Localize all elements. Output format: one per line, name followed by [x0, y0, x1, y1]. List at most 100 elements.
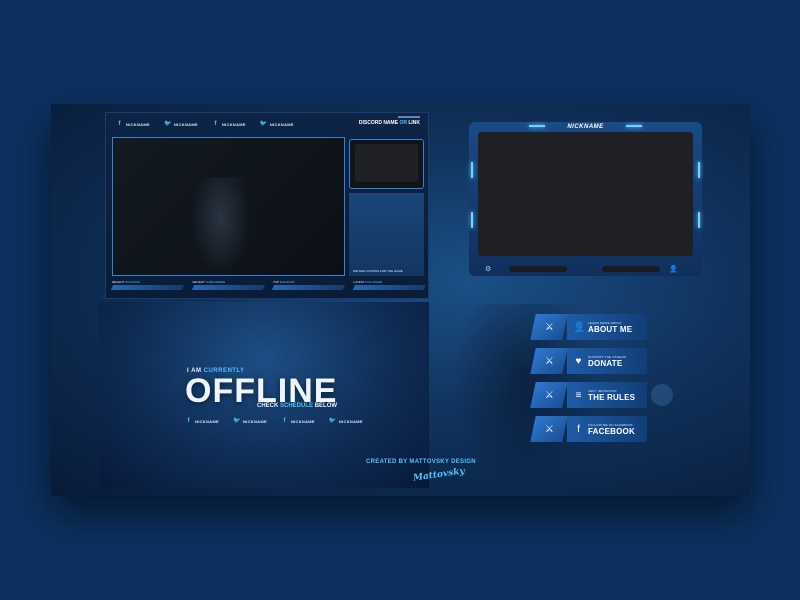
- panel-emblem: ⚔: [530, 314, 568, 340]
- social-nickname: NICKNAME: [242, 419, 267, 424]
- panel-emblem: ⚔: [530, 382, 568, 408]
- offline-social-row: f NICKNAME 🐦 NICKNAME f NICKNAME 🐦 NICKN…: [185, 418, 363, 425]
- frame-glow: [471, 212, 473, 228]
- social-nickname: NICKNAME: [290, 419, 315, 424]
- small-webcam-screen: [355, 144, 418, 182]
- frame-glow: [698, 212, 700, 228]
- emblem-icon: ⚔: [544, 389, 554, 401]
- alert-label-highlight: DONATOR: [279, 280, 295, 284]
- alert-bar: [110, 285, 184, 290]
- controller-icon: ⚙: [485, 266, 492, 273]
- panel-body: 👤 LEARN MORE ABOUT ABOUT ME: [567, 314, 647, 340]
- panel-body: ≡ VERY IMPORTANT THE RULES: [567, 382, 647, 408]
- alert-label: RECENT DONATOR: [112, 280, 183, 284]
- alert-label-text: RECENT: [112, 280, 125, 284]
- panel-title: DONATE: [588, 358, 623, 368]
- social-nickname: NICKNAME: [338, 419, 363, 424]
- frame-glow: [471, 162, 473, 178]
- alert-recent-subscriber: RECENT SUBSCRIBER: [191, 280, 265, 290]
- panel-title: ABOUT ME: [588, 324, 633, 334]
- discord-highlight: OR: [399, 120, 407, 126]
- alert-label-text: TOP: [273, 280, 280, 284]
- offline-line2-highlight: SCHEDULE: [280, 403, 314, 409]
- social-nickname: NICKNAME: [195, 419, 219, 424]
- webcam-bar-left: [509, 266, 567, 272]
- webcam-frame: NICKNAME ⚙ 👤: [469, 122, 702, 276]
- social-item: f NICKNAME: [116, 121, 150, 128]
- panel-title: FACEBOOK: [588, 426, 635, 436]
- user-icon: 👤: [669, 266, 678, 273]
- overlay-social-row: f NICKNAME 🐦 NICKNAME f NICKNAME 🐦 NICKN…: [116, 121, 294, 128]
- webcam-bar-right: [602, 266, 660, 272]
- emblem-icon: ⚔: [544, 355, 554, 367]
- twitter-icon: 🐦: [232, 418, 241, 424]
- panel-body: ♥ SUPPORT THE STREAM DONATE: [567, 348, 647, 374]
- facebook-icon: f: [214, 121, 217, 127]
- panel-text: VERY IMPORTANT THE RULES: [588, 389, 635, 402]
- social-nickname: NICKNAME: [173, 122, 198, 127]
- panel-text: FOLLOW ME ON FACEBOOK FACEBOOK: [588, 423, 635, 436]
- panel-facebook[interactable]: ⚔ f FOLLOW ME ON FACEBOOK FACEBOOK: [530, 416, 647, 442]
- chat-label: WE ARE LOOKING FOR THE GAME: [353, 269, 403, 273]
- gameplay-figure: [191, 178, 251, 276]
- alert-label: TOP DONATOR: [273, 280, 344, 284]
- created-by-text: CREATED BY MATTOVSKY DESIGN: [366, 459, 476, 465]
- social-nickname: NICKNAME: [126, 122, 150, 127]
- alert-label: LATEST FOLLOWER: [354, 280, 425, 284]
- alert-label-highlight: FOLLOWER: [365, 280, 383, 284]
- emblem-icon: ⚔: [544, 321, 554, 333]
- panel-body: f FOLLOW ME ON FACEBOOK FACEBOOK: [567, 416, 647, 442]
- social-item: 🐦 NICKNAME: [164, 121, 198, 128]
- facebook-icon: f: [118, 121, 121, 127]
- gameplay-screen: [112, 137, 345, 276]
- twitter-icon: 🐦: [328, 418, 337, 424]
- alert-bar: [352, 285, 426, 290]
- social-item: f NICKNAME: [281, 418, 315, 425]
- document-icon: ≡: [575, 389, 582, 401]
- discord-suffix: LINK: [406, 120, 420, 126]
- offline-line2: CHECK SCHEDULE BELOW: [257, 403, 337, 409]
- alert-label-highlight: DONATOR: [125, 280, 140, 284]
- social-nickname: NICKNAME: [221, 122, 246, 127]
- emblem-icon: ⚔: [544, 423, 554, 435]
- alert-top-donator: TOP DONATOR: [271, 280, 345, 290]
- panel-emblem: ⚔: [530, 416, 568, 442]
- stream-overlay-preview: f NICKNAME 🐦 NICKNAME f NICKNAME 🐦 NICKN…: [105, 112, 429, 299]
- webcam-nickname: NICKNAME: [567, 124, 604, 130]
- alert-label: RECENT SUBSCRIBER: [193, 280, 264, 284]
- social-item: f NICKNAME: [212, 121, 246, 128]
- social-nickname: NICKNAME: [269, 122, 294, 127]
- panel-title: THE RULES: [588, 392, 636, 402]
- small-webcam-frame: [349, 139, 424, 189]
- alert-bar: [191, 285, 265, 290]
- twitter-icon: 🐦: [163, 121, 172, 127]
- panel-text: LEARN MORE ABOUT ABOUT ME: [588, 321, 632, 334]
- top-decor-line: [398, 116, 420, 118]
- overlay-presentation: f NICKNAME 🐦 NICKNAME f NICKNAME 🐦 NICKN…: [51, 104, 750, 496]
- heart-hand-icon: ♥: [575, 355, 582, 367]
- alert-latest-follower: LATEST FOLLOWER: [352, 280, 426, 290]
- twitter-icon: 🐦: [259, 121, 268, 127]
- panel-the-rules[interactable]: ⚔ ≡ VERY IMPORTANT THE RULES: [530, 382, 647, 408]
- facebook-icon: f: [187, 418, 190, 424]
- facebook-icon: f: [577, 423, 580, 435]
- panel-donate[interactable]: ⚔ ♥ SUPPORT THE STREAM DONATE: [530, 348, 647, 374]
- offline-line2-suffix: BELOW: [313, 403, 338, 409]
- alert-recent-donator: RECENT DONATOR: [110, 280, 184, 290]
- frame-glow: [698, 162, 700, 178]
- alert-bar: [271, 285, 345, 290]
- social-item: 🐦 NICKNAME: [260, 121, 294, 128]
- panel-emblem: ⚔: [530, 348, 568, 374]
- user-icon: 👤: [573, 321, 586, 333]
- social-item: 🐦 NICKNAME: [233, 418, 267, 425]
- panel-text: SUPPORT THE STREAM DONATE: [588, 355, 626, 368]
- discord-text: DISCORD NAME OR LINK: [359, 120, 420, 126]
- alert-label-text: LATEST: [353, 280, 365, 284]
- alert-label-highlight: SUBSCRIBER: [205, 280, 226, 284]
- panel-about-me[interactable]: ⚔ 👤 LEARN MORE ABOUT ABOUT ME: [530, 314, 647, 340]
- alert-label-text: RECENT: [192, 280, 205, 284]
- offline-line2-prefix: CHECK: [257, 403, 281, 409]
- social-item: 🐦 NICKNAME: [329, 418, 363, 425]
- alerts-row: RECENT DONATOR RECENT SUBSCRIBER TOP DON…: [110, 280, 426, 290]
- webcam-screen: [478, 132, 693, 256]
